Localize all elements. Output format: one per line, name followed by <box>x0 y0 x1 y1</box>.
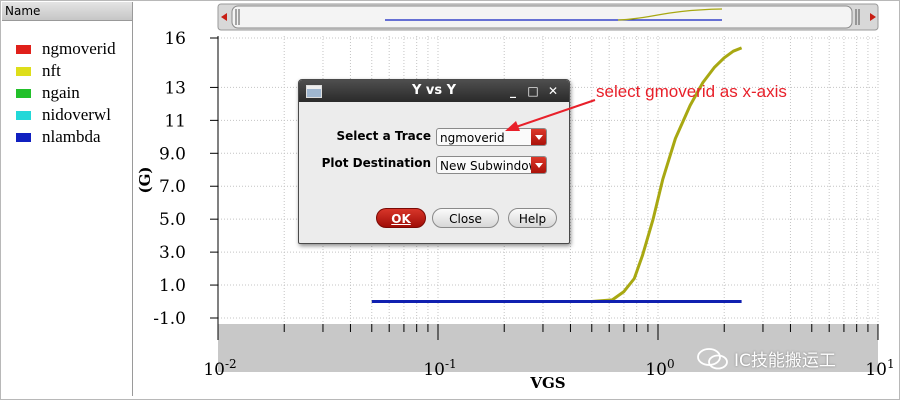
maximize-icon[interactable]: □ <box>525 80 541 102</box>
dialog-title-bar[interactable]: Y vs Y _ □ ✕ <box>299 80 569 102</box>
y-tick-label: 7.0 <box>159 177 186 197</box>
annotation-text: select gmoverid as x-axis <box>596 82 787 101</box>
close-button[interactable]: Close <box>432 208 499 228</box>
trace-label: Select a Trace <box>336 129 431 143</box>
dialog-title: Y vs Y <box>411 83 457 98</box>
trace-select-value: ngmoverid <box>440 131 505 145</box>
y-tick-label: -1.0 <box>153 309 186 329</box>
y-tick-label: 1.0 <box>159 276 186 296</box>
close-icon[interactable]: ✕ <box>545 80 561 102</box>
destination-select-value: New Subwindow <box>440 159 539 173</box>
y-tick-label: 16 <box>164 29 186 49</box>
trace-legend-panel: Name ngmoverid nft ngain nidoverwl nlamb… <box>2 2 133 396</box>
y-vs-y-dialog: Y vs Y _ □ ✕ Select a Trace ngmoverid Pl… <box>298 79 570 244</box>
destination-select[interactable]: New Subwindow <box>436 156 547 174</box>
watermark: IC技能搬运工 <box>697 346 836 371</box>
legend-header: Name <box>2 2 132 21</box>
x-axis-title: VGS <box>529 374 565 392</box>
legend-swatch <box>16 132 31 142</box>
trace-dropdown-arrow-icon[interactable] <box>531 129 546 145</box>
y-axis-title: (G) <box>136 166 154 193</box>
window-app-icon <box>306 85 322 98</box>
minimize-icon[interactable]: _ <box>505 80 521 102</box>
overview-scrollbar[interactable] <box>217 3 879 31</box>
close-button-label: Close <box>449 212 482 226</box>
legend-item-nft[interactable]: nft <box>16 60 116 82</box>
trace-select[interactable]: ngmoverid <box>436 128 547 146</box>
legend-label: ngain <box>42 83 80 102</box>
legend-label: ngmoverid <box>42 39 116 58</box>
x-tick-label: 10-1 <box>423 357 456 380</box>
ok-button-label: OK <box>391 212 411 226</box>
legend-label: nidoverwl <box>42 105 111 124</box>
legend-item-nidoverwl[interactable]: nidoverwl <box>16 104 116 126</box>
wechat-icon <box>697 347 728 369</box>
y-tick-label: 3.0 <box>159 243 186 263</box>
legend-swatch <box>16 66 31 76</box>
help-button-label: Help <box>518 212 547 226</box>
x-tick-label: 10-2 <box>203 357 236 380</box>
legend-item-nlambda[interactable]: nlambda <box>16 126 116 148</box>
legend-swatch <box>16 88 31 98</box>
legend-swatch <box>16 44 31 54</box>
destination-dropdown-arrow-icon[interactable] <box>531 157 546 173</box>
legend-item-ngmoverid[interactable]: ngmoverid <box>16 38 116 60</box>
ok-button[interactable]: OK <box>376 208 426 228</box>
help-button[interactable]: Help <box>508 208 557 228</box>
y-tick-label: 13 <box>164 78 186 98</box>
destination-label: Plot Destination <box>321 156 431 170</box>
watermark-text: IC技能搬运工 <box>734 351 836 371</box>
y-tick-label: 5.0 <box>159 210 186 230</box>
y-tick-label: 9.0 <box>159 144 186 164</box>
x-tick-label: 101 <box>865 357 894 380</box>
legend-swatch <box>16 110 31 120</box>
legend-label: nft <box>42 61 61 80</box>
y-tick-label: 11 <box>164 111 186 131</box>
legend-list: ngmoverid nft ngain nidoverwl nlambda <box>16 38 116 148</box>
legend-label: nlambda <box>42 127 101 146</box>
legend-item-ngain[interactable]: ngain <box>16 82 116 104</box>
y-axis-ticks: 16 13 11 9.0 7.0 5.0 3.0 1.0 -1.0 <box>153 29 219 329</box>
x-tick-label: 100 <box>645 357 674 380</box>
